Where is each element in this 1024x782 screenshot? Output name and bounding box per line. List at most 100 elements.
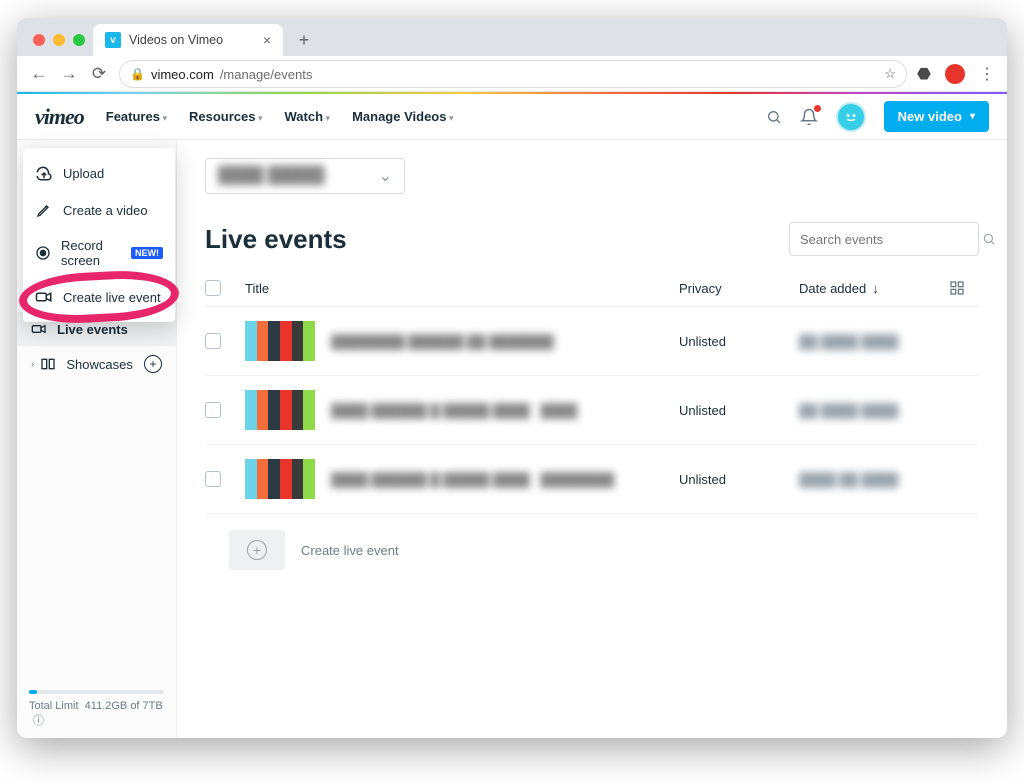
view-toggle-grid[interactable] (949, 280, 979, 296)
sidebar-item-showcases[interactable]: › Showcases + (17, 346, 176, 382)
event-privacy: Unlisted (679, 472, 799, 487)
tab-title: Videos on Vimeo (129, 33, 223, 47)
extension-icon[interactable]: ⬣ (917, 64, 931, 84)
avatar[interactable] (836, 102, 866, 132)
popover-create-video-label: Create a video (63, 203, 148, 218)
lock-icon: 🔒 (130, 67, 145, 81)
search-input[interactable] (800, 232, 976, 247)
row-checkbox[interactable] (205, 402, 221, 418)
create-popover: Upload Create a video Record screen NEW!… (23, 148, 175, 322)
event-privacy: Unlisted (679, 403, 799, 418)
browser-window: v Videos on Vimeo × + ← → ⟳ 🔒 vimeo.com/… (17, 18, 1007, 738)
reload-icon[interactable]: ⟳ (89, 64, 109, 84)
event-date: ████ ██ ████ (799, 472, 949, 487)
sidebar-item-label: Live events (57, 322, 128, 337)
column-title[interactable]: Title (245, 281, 679, 296)
star-icon[interactable]: ☆ (884, 66, 896, 82)
popover-upload[interactable]: Upload (23, 154, 175, 192)
vimeo-favicon-icon: v (105, 32, 121, 48)
page-title: Live events (205, 224, 347, 255)
select-all-checkbox[interactable] (205, 280, 221, 296)
extension-badge-icon[interactable] (945, 64, 965, 84)
plus-icon: + (247, 540, 267, 560)
app-header: vimeo Features Resources Watch Manage Vi… (17, 94, 1007, 140)
folder-selector[interactable]: ████ █████ ⌄ (205, 158, 405, 194)
row-checkbox[interactable] (205, 471, 221, 487)
sidebar-item-label: Showcases (66, 357, 132, 372)
new-video-button[interactable]: New video (884, 101, 989, 132)
popover-create-live-event[interactable]: Create live event (23, 278, 175, 316)
create-live-event-label: Create live event (301, 543, 399, 558)
main-content: ████ █████ ⌄ Live events Title Privacy D… (177, 140, 1007, 738)
record-icon (35, 245, 51, 261)
info-icon[interactable]: ⓘ (33, 715, 44, 727)
address-bar[interactable]: 🔒 vimeo.com/manage/events ☆ (119, 60, 907, 88)
event-thumbnail (245, 459, 315, 499)
new-video-label: New video (898, 109, 962, 124)
search-icon (982, 232, 996, 246)
event-title: ████ ██████ █ █████ ████ ████████ (331, 472, 679, 487)
popover-create-video[interactable]: Create a video (23, 192, 175, 228)
back-icon[interactable]: ← (29, 64, 49, 84)
event-title: ████ ██████ █ █████ ████ ████ (331, 403, 679, 418)
url-host: vimeo.com (151, 67, 214, 82)
chevron-down-icon: ⌄ (379, 166, 392, 186)
maximize-window-icon[interactable] (73, 34, 85, 46)
create-live-event-row[interactable]: + Create live event (205, 514, 979, 586)
tab-strip: v Videos on Vimeo × + (17, 18, 1007, 56)
event-title: ████████ ██████ ██ ███████ (331, 334, 679, 349)
event-thumbnail (245, 321, 315, 361)
showcases-icon (40, 356, 56, 372)
close-window-icon[interactable] (33, 34, 45, 46)
column-privacy[interactable]: Privacy (679, 281, 799, 296)
camera-icon (35, 288, 53, 306)
add-showcase-button[interactable]: + (144, 355, 162, 373)
event-date: ██ ████ ████ (799, 334, 949, 349)
storage-meter: Total Limit 411.2GB of 7TB ⓘ (17, 680, 176, 738)
popover-record-screen[interactable]: Record screen NEW! (23, 228, 175, 278)
window-controls[interactable] (27, 34, 93, 56)
nav-manage-videos[interactable]: Manage Videos (352, 109, 453, 124)
nav-watch[interactable]: Watch (285, 109, 331, 124)
table-row[interactable]: ████████ ██████ ██ ███████ Unlisted ██ █… (205, 307, 979, 376)
notification-dot-icon (814, 105, 821, 112)
storage-bar (29, 690, 164, 694)
column-date-added[interactable]: Date added ↓ (799, 281, 949, 296)
create-live-event-button[interactable]: + (229, 530, 285, 570)
chevron-right-icon: › (31, 359, 34, 370)
address-bar-row: ← → ⟳ 🔒 vimeo.com/manage/events ☆ ⬣ ⋮ (17, 56, 1007, 92)
close-tab-icon[interactable]: × (263, 32, 271, 48)
browser-menu-icon[interactable]: ⋮ (979, 64, 995, 84)
table-row[interactable]: ████ ██████ █ █████ ████ ████ Unlisted █… (205, 376, 979, 445)
minimize-window-icon[interactable] (53, 34, 65, 46)
browser-chrome: v Videos on Vimeo × + ← → ⟳ 🔒 vimeo.com/… (17, 18, 1007, 92)
sidebar: Upload Create a video Record screen NEW!… (17, 140, 177, 738)
forward-icon[interactable]: → (59, 64, 79, 84)
vimeo-logo[interactable]: vimeo (35, 104, 84, 130)
popover-upload-label: Upload (63, 166, 104, 181)
popover-record-label: Record screen (61, 238, 119, 268)
camera-icon (31, 321, 47, 337)
sort-desc-icon: ↓ (872, 281, 879, 296)
table-header: Title Privacy Date added ↓ (205, 256, 979, 307)
new-badge: NEW! (131, 247, 163, 259)
popover-create-live-label: Create live event (63, 290, 161, 305)
new-tab-button[interactable]: + (291, 27, 317, 53)
row-checkbox[interactable] (205, 333, 221, 349)
url-path: /manage/events (220, 67, 313, 82)
folder-selector-value: ████ █████ (218, 167, 324, 185)
search-icon[interactable] (766, 109, 782, 125)
nav-features[interactable]: Features (106, 109, 167, 124)
storage-value: 411.2GB of 7TB (85, 700, 163, 712)
column-date-label: Date added (799, 281, 866, 296)
storage-label: Total Limit (29, 700, 79, 712)
browser-tab[interactable]: v Videos on Vimeo × (93, 24, 283, 56)
pencil-icon (35, 202, 53, 218)
primary-nav: Features Resources Watch Manage Videos (106, 109, 454, 124)
upload-icon (35, 164, 53, 182)
event-privacy: Unlisted (679, 334, 799, 349)
notifications-icon[interactable] (800, 108, 818, 126)
search-events[interactable] (789, 222, 979, 256)
table-row[interactable]: ████ ██████ █ █████ ████ ████████ Unlist… (205, 445, 979, 514)
nav-resources[interactable]: Resources (189, 109, 263, 124)
